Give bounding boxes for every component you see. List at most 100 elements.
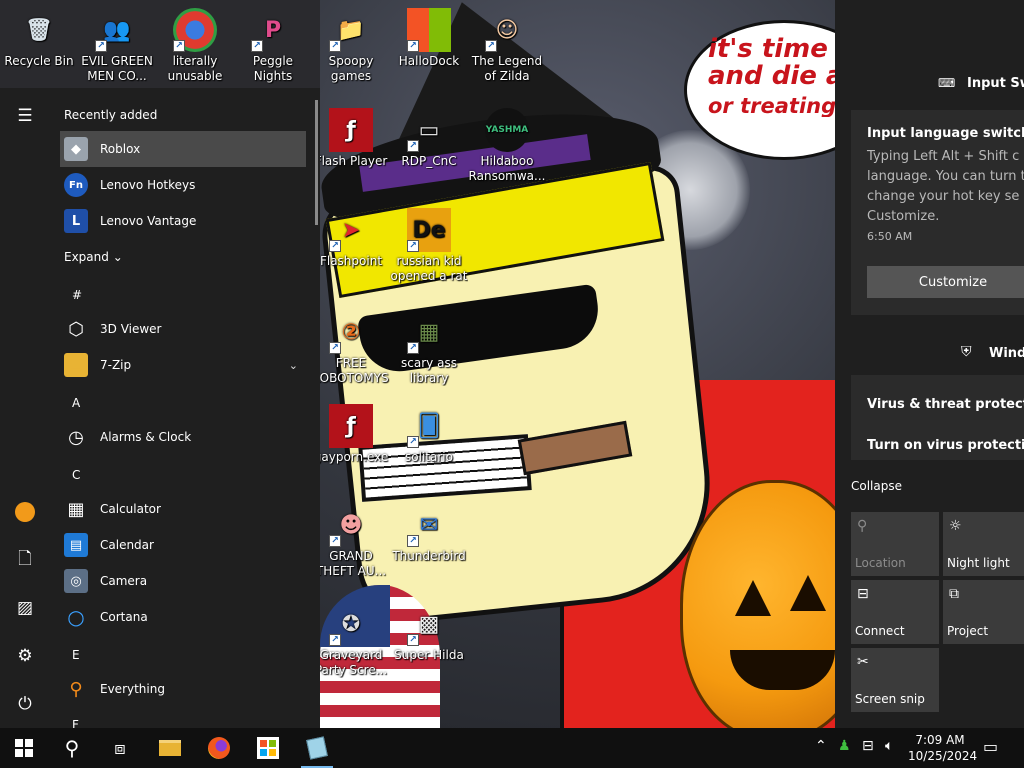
desktop-icon-rdp-cnc[interactable]: ▭ ↗ RDP_CnC — [390, 108, 468, 169]
shortcut-arrow-icon: ↗ — [329, 634, 341, 646]
desktop-icon-flash-player[interactable]: ƒ Flash Player — [312, 108, 390, 169]
letter-header-e[interactable]: E — [72, 648, 80, 662]
app-item-cortana[interactable]: ○ Cortana — [60, 599, 306, 635]
chevron-down-icon: ⌄ — [112, 250, 123, 264]
taskbar-microsoft-store[interactable] — [244, 728, 292, 768]
settings-gear-icon[interactable]: ⚙ — [0, 636, 50, 676]
taskbar-firefox[interactable] — [195, 728, 243, 768]
taskbar-file-explorer[interactable] — [146, 728, 194, 768]
desktop-icon-graveyard-party[interactable]: ✪ ↗ Graveyard Party Scre... — [312, 602, 390, 678]
shortcut-arrow-icon: ↗ — [329, 342, 341, 354]
documents-icon[interactable]: 🗋 — [0, 540, 50, 580]
gta-icon: ☻ ↗ — [329, 503, 373, 547]
app-item-calculator[interactable]: ▦ Calculator — [60, 491, 306, 527]
expand-toggle[interactable]: Expand ⌄ — [64, 250, 123, 264]
desktop-icon-peggle-nights[interactable]: P↗ Peggle Nights Deluxe — [234, 8, 312, 84]
app-item-calendar[interactable]: ▤ Calendar — [60, 527, 306, 563]
thunderbird-icon: ✉ ↗ — [407, 503, 451, 547]
app-item-alarms-clock[interactable]: ◷ Alarms & Clock — [60, 419, 306, 455]
shortcut-arrow-icon: ↗ — [329, 240, 341, 252]
quick-action-location[interactable]: ⚲ Location — [851, 512, 939, 576]
3d-viewer-icon: ⬡ — [68, 318, 84, 340]
task-view-button[interactable]: ⧈ — [96, 728, 144, 768]
pictures-icon[interactable]: ▨ — [0, 588, 50, 628]
volume-icon[interactable]: 🔈︎ — [885, 738, 893, 754]
library-icon: ▦ ↗ — [407, 310, 451, 354]
customize-button[interactable]: Customize — [867, 266, 1024, 298]
desktop-icon-hildaboo[interactable]: YASHMA Hildaboo Ransomwa... — [468, 108, 546, 184]
solitaire-icon: 🂠 ↗ — [407, 404, 451, 448]
location-icon: ⚲ — [857, 518, 868, 534]
shortcut-arrow-icon: ↗ — [407, 342, 419, 354]
desktop-icon-spoopy-games[interactable]: 📁 ↗ Spoopy games — [312, 8, 390, 84]
start-button[interactable] — [0, 728, 48, 768]
virus-protection-notification[interactable]: Virus & threat protectio Turn on virus p… — [851, 375, 1024, 460]
shortcut-arrow-icon: ↗ — [407, 634, 419, 646]
taskbar-clock[interactable]: 7:09 AM 10/25/2024 — [908, 732, 978, 764]
start-menu-scrollbar[interactable] — [315, 100, 318, 225]
desktop-icon-scary-ass-library[interactable]: ▦ ↗ scary ass library — [390, 310, 468, 386]
file-explorer-icon — [159, 740, 181, 756]
app-item-camera[interactable]: ◎ Camera — [60, 563, 306, 599]
desktop-icon-super-hilda[interactable]: ▩ ↗ Super Hilda — [390, 602, 468, 663]
chevron-down-icon[interactable]: ⌄ — [289, 359, 298, 372]
alarm-clock-icon: ◷ — [68, 426, 84, 448]
letter-header-f[interactable]: F — [72, 718, 79, 728]
folder-icon: 📁 ↗ — [329, 8, 373, 52]
desktop-icon-thunderbird[interactable]: ✉ ↗ Thunderbird — [390, 503, 468, 564]
folder-icon: ▬ — [64, 353, 88, 377]
desktop-icon-grand-theft-au[interactable]: ☻ ↗ GRAND THEFT AU... — [312, 503, 390, 579]
app-item-everything[interactable]: ⚲ Everything — [60, 671, 306, 707]
security-subtitle: Turn on virus protection — [867, 438, 1024, 453]
desktop-icon-hallodock[interactable]: ↗ HalloDock — [390, 8, 468, 69]
calendar-icon: ▤ — [64, 533, 88, 557]
connect-icon: ⊟ — [857, 586, 869, 602]
input-language-notification[interactable]: Input language switchin Typing Left Alt … — [851, 110, 1024, 315]
pumpkin-eye-left — [735, 580, 771, 616]
letter-header-a[interactable]: A — [72, 396, 80, 410]
app-item-3d-viewer[interactable]: ⬡ 3D Viewer — [60, 311, 306, 347]
app-item-lenovo-vantage[interactable]: L Lenovo Vantage — [60, 203, 306, 239]
power-icon[interactable]: ⏻ — [0, 684, 50, 724]
app-item-7-zip[interactable]: ▬ 7-Zip ⌄ — [60, 347, 306, 383]
shortcut-arrow-icon: ↗ — [251, 40, 263, 52]
tray-app-icon[interactable]: ♟ — [838, 738, 851, 754]
desktop-icon-gayporn-exe[interactable]: ƒ gayporn.exe — [312, 404, 390, 465]
clock-date: 10/25/2024 — [908, 749, 978, 763]
desktop-icon-legend-of-zilda[interactable]: ☺ ↗ The Legend of Zilda — [468, 8, 546, 84]
network-icon[interactable]: ⊟ — [862, 738, 874, 754]
quick-action-project[interactable]: ⧉ Project — [943, 580, 1024, 644]
desktop-icon-recycle-bin[interactable]: 🗑 Recycle Bin — [0, 8, 78, 69]
chevron-up-icon[interactable]: ⌃ — [815, 738, 827, 754]
everything-search-icon: ⚲ — [69, 678, 83, 700]
pumpkin-eye-right — [790, 575, 826, 611]
desktop-icon-free-lobotomys[interactable]: ② ↗ FREE LOBOTOMYS — [312, 310, 390, 386]
user-avatar[interactable] — [0, 492, 50, 532]
start-menu-rail: ☰ 🗋 ▨ ⚙ ⏻ — [0, 88, 50, 728]
desktop-icon-solitario[interactable]: 🂠 ↗ solitario — [390, 404, 468, 465]
letter-header-hash[interactable]: # — [72, 288, 82, 302]
notification-center-icon[interactable]: ▭ — [983, 737, 998, 756]
desktop-icon-flashpoint[interactable]: ➤ ↗ Flashpoint — [312, 208, 390, 269]
search-button[interactable]: ⚲ — [48, 728, 96, 768]
quick-action-connect[interactable]: ⊟ Connect — [851, 580, 939, 644]
letter-header-c[interactable]: C — [72, 468, 80, 482]
ransomware-icon: YASHMA — [485, 108, 529, 152]
desktop-icon-russian-kid[interactable]: De ↗ russian kid opened a rat — [390, 208, 468, 284]
app-item-roblox[interactable]: ◆ Roblox — [60, 131, 306, 167]
quick-action-night-light[interactable]: ☼ Night light — [943, 512, 1024, 576]
flashpoint-icon: ➤ ↗ — [329, 208, 373, 252]
hamburger-menu-icon[interactable]: ☰ — [0, 96, 50, 136]
shortcut-arrow-icon: ↗ — [407, 40, 419, 52]
taskbar-notepad[interactable] — [293, 728, 341, 768]
desktop-icon-literally-unusable[interactable]: ↗ literally unusable — [156, 8, 234, 84]
peggle-icon: P ↗ — [251, 8, 295, 52]
recently-added-heading: Recently added — [64, 108, 158, 122]
cortana-icon: ○ — [67, 605, 85, 629]
lenovo-hotkeys-icon: Fn — [64, 173, 88, 197]
taskbar: ⚲ ⧈ ⌃ ♟ ⊟ 🔈︎ 7:09 AM 10/25/2024 ▭ — [0, 728, 1024, 768]
app-item-lenovo-hotkeys[interactable]: Fn Lenovo Hotkeys — [60, 167, 306, 203]
collapse-link[interactable]: Collapse — [851, 479, 902, 493]
quick-action-screen-snip[interactable]: ✂ Screen snip — [851, 648, 939, 712]
desktop-icon-evil-green-men[interactable]: 👥 ↗ EVIL GREEN MEN CO... — [78, 8, 156, 84]
